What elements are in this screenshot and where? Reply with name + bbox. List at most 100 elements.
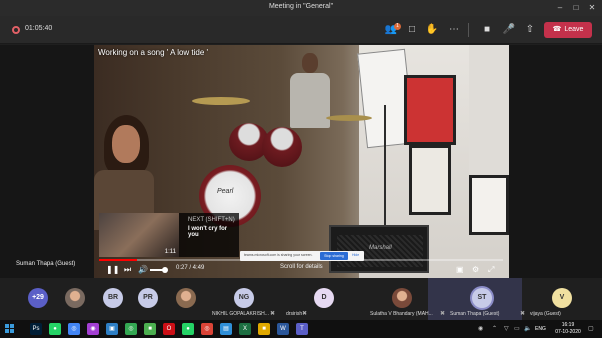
mic-muted-icon: ✖ [520, 311, 526, 317]
wall-frame [404, 75, 456, 145]
whatsapp-2-icon[interactable]: ● [182, 323, 194, 335]
video-title[interactable]: Working on a song ' A low tide ' [98, 48, 208, 57]
participant-avatar[interactable]: BR [103, 288, 123, 308]
singer-figure [94, 115, 154, 230]
mic-muted-icon: ✖ [440, 311, 446, 317]
participant-photo[interactable] [65, 288, 85, 308]
fullscreen-icon[interactable]: ⤢ [488, 265, 494, 274]
chrome-icon[interactable]: ◎ [68, 323, 80, 335]
next-icon[interactable]: ⏭ [124, 265, 131, 274]
mic-off-icon[interactable]: 🎤 [502, 23, 516, 37]
meeting-toolbar: 01:05:40 👥 1 □ ✋ ⋯ ■ 🎤 ⇧ ☎ Leave [0, 16, 602, 44]
leave-label: Leave [564, 26, 584, 33]
close-icon[interactable]: ✕ [586, 2, 598, 14]
maximize-icon[interactable]: □ [570, 2, 582, 14]
volume-knob[interactable] [162, 267, 168, 273]
subtitles-icon[interactable]: ▣ [456, 265, 464, 274]
participant-name: NIKHIL GOPALAKRISH... [212, 311, 269, 317]
record-icon [12, 26, 20, 34]
folder-icon[interactable]: ■ [258, 323, 270, 335]
presenter-name: Suman Thapa (Guest) [16, 261, 76, 267]
excel-icon[interactable]: X [239, 323, 251, 335]
camera-off-icon[interactable]: ■ [480, 23, 494, 37]
participant-photo[interactable] [176, 288, 196, 308]
windows-taskbar: Ps ● ◎ ◉ ▣ ◎ ■ O ● ◎ ▤ X ■ W T ◉ ⌃ ▽ ▭ 🔈 ENG 16:19 07-… [0, 320, 602, 338]
participant-name: drsirish [286, 311, 303, 317]
amp-label: Marshall [369, 245, 392, 251]
more-icon[interactable]: ⋯ [447, 23, 461, 37]
teams-2-icon[interactable]: T [296, 323, 308, 335]
language-indicator[interactable]: ENG [535, 326, 546, 332]
participant-avatar[interactable]: D [314, 288, 334, 308]
participant-name: Suman Thapa (Guest) [450, 311, 500, 317]
next-video-thumbnail[interactable]: 1:11 [99, 213, 179, 257]
drum-brand-label: Pearl [217, 188, 234, 195]
raise-hand-icon[interactable]: ✋ [425, 23, 439, 37]
share-banner-text: teams.microsoft.com is sharing your scre… [244, 253, 313, 257]
drummer-head [302, 53, 318, 73]
participant-avatar[interactable]: V [552, 288, 572, 308]
singer-face [112, 125, 140, 163]
settings-icon[interactable]: ⚙ [472, 265, 479, 274]
shared-video[interactable]: Pearl Marshall Working on a song ' A low… [94, 45, 509, 278]
participant-photo[interactable] [392, 288, 412, 308]
next-up-title[interactable]: I won't cry for you [188, 226, 239, 238]
notification-icon[interactable]: ▢ [588, 325, 594, 332]
title-bar: Meeting in "General" – □ ✕ [0, 0, 602, 16]
start-icon[interactable] [5, 324, 15, 334]
wall-panel [469, 45, 509, 175]
chrome-2-icon[interactable]: ◎ [125, 323, 137, 335]
wall-frame [469, 175, 509, 235]
camera-icon[interactable]: ■ [144, 323, 156, 335]
cymbal [326, 115, 372, 121]
participants-badge: 1 [394, 23, 401, 30]
next-up-label: NEXT (SHIFT+N) [188, 217, 235, 223]
participant-avatar[interactable]: NG [234, 288, 254, 308]
share-tray-icon[interactable]: ⇧ [523, 23, 537, 37]
mic-muted-icon: ✖ [270, 311, 276, 317]
participant-name: vijaya (Guest) [530, 311, 561, 317]
chat-icon[interactable]: □ [405, 23, 419, 37]
hide-banner-button[interactable]: Hide [352, 253, 359, 257]
whatsapp-icon[interactable]: ● [49, 323, 61, 335]
amplifier: Marshall [329, 225, 429, 273]
meeting-timer: 01:05:40 [25, 25, 53, 32]
window-title: Meeting in "General" [268, 3, 334, 10]
battery-icon[interactable]: ▭ [514, 325, 520, 332]
messenger-icon[interactable]: ◉ [87, 323, 99, 335]
speaker-icon[interactable]: 🔈 [524, 325, 531, 332]
photoshop-icon[interactable]: Ps [30, 323, 42, 335]
tray-expand-icon[interactable]: ⌃ [492, 325, 497, 332]
clock-date[interactable]: 07-10-2020 [553, 329, 583, 335]
participant-avatar[interactable]: ST [472, 288, 492, 308]
participant-strip: +29 BR PR NG NIKHIL GOPALAKRISH... Ddrsirish S… [0, 278, 602, 320]
stop-sharing-button[interactable]: Stop sharing [320, 252, 348, 260]
word-icon[interactable]: W [277, 323, 289, 335]
thumbnail-duration: 1:11 [164, 249, 176, 255]
teams-icon[interactable]: ▣ [106, 323, 118, 335]
cymbal [192, 97, 250, 105]
minimize-icon[interactable]: – [554, 2, 566, 14]
chrome-3-icon[interactable]: ◎ [201, 323, 213, 335]
opera-icon[interactable]: O [163, 323, 175, 335]
tray-teams-icon[interactable]: ◉ [478, 325, 483, 332]
pause-icon[interactable]: ❚❚ [106, 265, 119, 274]
scroll-hint: Scroll for details [280, 264, 323, 270]
mic-muted-icon: ✖ [302, 311, 308, 317]
screen-share-banner: teams.microsoft.com is sharing your scre… [240, 251, 364, 261]
next-up-card[interactable]: 1:11 NEXT (SHIFT+N) I won't cry for you [99, 213, 239, 257]
video-progress-fill [99, 259, 137, 261]
toolbar-divider [468, 23, 469, 37]
tom-drum [262, 127, 302, 167]
participant-avatar[interactable]: PR [138, 288, 158, 308]
volume-icon[interactable]: 🔊 [138, 265, 148, 274]
wifi-icon[interactable]: ▽ [504, 325, 509, 332]
participant-avatar[interactable]: +29 [28, 288, 48, 308]
video-time: 0:27 / 4:49 [176, 265, 205, 271]
wall-frame [409, 145, 451, 215]
light-stand [384, 105, 386, 225]
files-icon[interactable]: ▤ [220, 323, 232, 335]
clock-time[interactable]: 16:19 [553, 322, 583, 328]
drummer-body [290, 73, 330, 128]
leave-button[interactable]: ☎ Leave [544, 22, 592, 38]
